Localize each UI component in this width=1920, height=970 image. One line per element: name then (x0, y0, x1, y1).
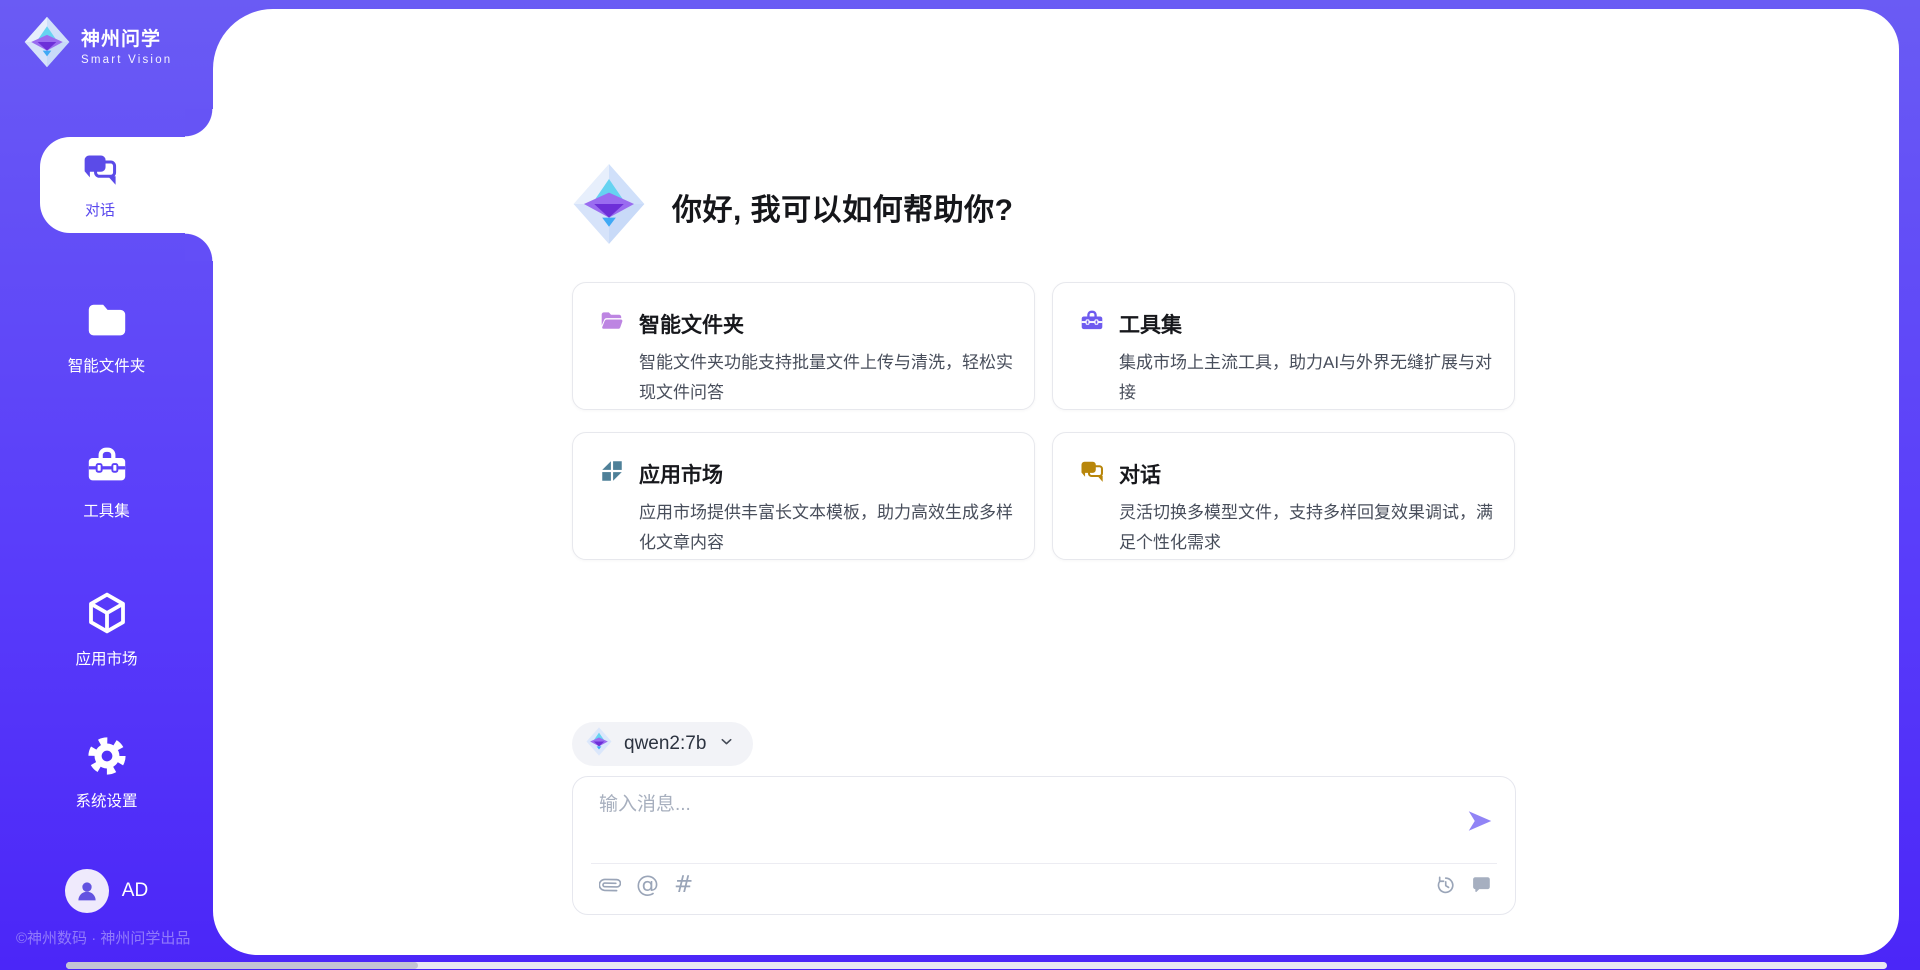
card-description: 灵活切换多模型文件，支持多样回复效果调试，满足个性化需求 (1119, 498, 1507, 558)
cube-icon (83, 589, 131, 642)
model-selector[interactable]: qwen2:7b (572, 722, 753, 766)
card-toolset[interactable]: 工具集 集成市场上主流工具，助力AI与外界无缝扩展与对接 (1052, 282, 1515, 410)
sidebar-item-settings[interactable]: 系统设置 (0, 733, 213, 811)
history-icon[interactable] (1434, 874, 1456, 896)
sidebar-item-smart-folder[interactable]: 智能文件夹 (0, 298, 213, 376)
sidebar-item-label: 对话 (85, 199, 115, 220)
chat-bubbles-icon (1079, 458, 1105, 489)
folder-icon (84, 298, 130, 349)
horizontal-scrollbar-thumb[interactable] (66, 962, 418, 969)
main-panel: 你好, 我可以如何帮助你? 智能文件夹 智能文件夹功能支持批量文件上传与清洗，轻… (213, 9, 1899, 955)
card-title: 对话 (1119, 459, 1161, 489)
user-profile[interactable]: AD (0, 869, 213, 913)
greeting-diamond-icon (572, 163, 646, 250)
app-logo: 神州问学 Smart Vision (24, 16, 172, 73)
message-input[interactable] (599, 794, 1465, 816)
app-subtitle: Smart Vision (81, 54, 172, 66)
copyright-text: ©神州数码 · 神州问学出品 (16, 927, 190, 948)
user-name: AD (122, 880, 148, 902)
paperclip-icon[interactable] (599, 874, 621, 896)
mention-icon[interactable]: @ (636, 874, 659, 896)
card-title: 应用市场 (639, 459, 723, 489)
app-title: 神州问学 (81, 24, 172, 51)
sidebar-item-app-market[interactable]: 应用市场 (0, 589, 213, 669)
sidebar-item-chat[interactable]: 对话 (40, 137, 213, 233)
sidebar-item-label: 工具集 (83, 499, 130, 521)
send-icon[interactable] (1465, 806, 1495, 836)
card-description: 智能文件夹功能支持批量文件上传与清洗，轻松实现文件问答 (639, 348, 1027, 408)
greeting: 你好, 我可以如何帮助你? (572, 163, 1516, 250)
comment-icon[interactable] (1471, 874, 1493, 896)
model-diamond-icon (586, 727, 612, 761)
tab-fillet-top (185, 109, 213, 137)
card-description: 应用市场提供丰富长文本模板，助力高效生成多样化文章内容 (639, 498, 1027, 558)
card-description: 集成市场上主流工具，助力AI与外界无缝扩展与对接 (1119, 348, 1507, 408)
hashtag-icon[interactable]: # (674, 874, 693, 896)
sidebar-item-label: 系统设置 (75, 789, 137, 811)
horizontal-scrollbar[interactable] (66, 962, 1887, 969)
brand-diamond-icon (24, 16, 70, 73)
sidebar-item-label: 智能文件夹 (68, 354, 146, 376)
sidebar-item-label: 应用市场 (75, 647, 137, 669)
greeting-title: 你好, 我可以如何帮助你? (672, 185, 1014, 229)
shortcut-cards: 智能文件夹 智能文件夹功能支持批量文件上传与清洗，轻松实现文件问答 (572, 282, 1516, 560)
chevron-down-icon (718, 733, 735, 755)
card-title: 智能文件夹 (639, 309, 744, 339)
grid-cube-icon (599, 458, 625, 489)
chat-bubbles-icon (81, 150, 119, 193)
toolbox-icon (84, 443, 130, 494)
model-name: qwen2:7b (624, 733, 706, 755)
tab-fillet-bottom (185, 233, 213, 261)
folder-open-icon (599, 308, 625, 339)
card-smart-folder[interactable]: 智能文件夹 智能文件夹功能支持批量文件上传与清洗，轻松实现文件问答 (572, 282, 1035, 410)
card-title: 工具集 (1119, 309, 1182, 339)
app-root: { "app": { "title": "神州问学", "subtitle": … (0, 0, 1920, 970)
toolbox-icon (1079, 308, 1105, 339)
composer-divider (591, 863, 1497, 864)
message-composer: @ # (572, 776, 1516, 915)
avatar (65, 869, 109, 913)
sidebar-item-toolset[interactable]: 工具集 (0, 443, 213, 521)
card-chat[interactable]: 对话 灵活切换多模型文件，支持多样回复效果调试，满足个性化需求 (1052, 432, 1515, 560)
card-app-market[interactable]: 应用市场 应用市场提供丰富长文本模板，助力高效生成多样化文章内容 (572, 432, 1035, 560)
gear-icon (84, 733, 130, 784)
